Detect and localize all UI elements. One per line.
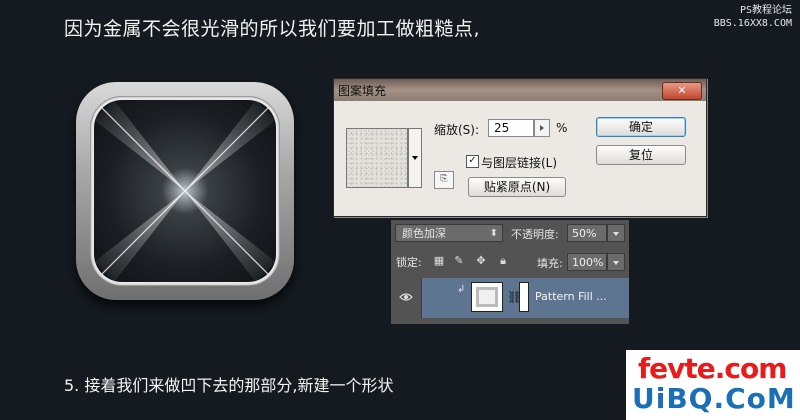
watermark-top-line1: PS教程论坛 (739, 5, 792, 16)
lock-all-icon[interactable]: 🔒︎ (497, 255, 509, 267)
ok-button[interactable]: 确定 (596, 117, 686, 137)
pattern-fill-dialog: 图案填充 ✕ ⎘ 缩放(S): 25 % ✓ 与图层链接(L) 贴紧原点(N) … (333, 78, 707, 217)
dialog-titlebar[interactable]: 图案填充 ✕ (334, 79, 706, 101)
scale-slider-arrow[interactable] (534, 119, 550, 137)
layers-options-row: 颜色加深 不透明度: 50% (391, 220, 629, 246)
link-with-layer-label: 与图层链接(L) (481, 156, 558, 170)
eye-icon (399, 293, 413, 301)
fill-label: 填充: (537, 257, 563, 270)
watermark-top: PS教程论坛 BBS.16XX8.COM (714, 4, 792, 30)
light-rays (94, 100, 276, 282)
icon-face (94, 100, 276, 282)
clip-indicator-icon: ↲ (457, 284, 466, 295)
metal-app-icon (76, 82, 294, 300)
reset-button[interactable]: 复位 (596, 145, 686, 165)
watermark-bottom-line2: UiBQ.CoM (632, 382, 796, 415)
opacity-label: 不透明度: (511, 228, 559, 241)
lock-label: 锁定: (396, 256, 422, 269)
close-button[interactable]: ✕ (662, 82, 702, 100)
tutorial-heading: 因为金属不会很光滑的所以我们要加工做粗糙点, (64, 18, 481, 40)
watermark-top-line2: BBS.16XX8.COM (713, 18, 792, 29)
lock-position-icon[interactable]: ✥ (475, 255, 487, 267)
lock-image-icon[interactable]: ✎ (453, 255, 465, 267)
layer-row-pattern-fill[interactable]: ↲ ⛓ Pattern Fill ... (391, 278, 629, 318)
layer-thumbnail[interactable] (471, 282, 503, 312)
snap-to-origin-button[interactable]: 贴紧原点(N) (468, 177, 566, 197)
visibility-toggle[interactable] (391, 278, 422, 318)
close-icon: ✕ (677, 84, 687, 97)
pattern-picker-dropdown[interactable] (408, 128, 422, 188)
watermark-bottom: fevte.com UiBQ.CoM (626, 350, 800, 420)
pattern-preview-swatch[interactable] (346, 128, 408, 188)
lock-transparency-icon[interactable]: ▦ (433, 255, 445, 267)
opacity-dropdown[interactable] (607, 224, 625, 242)
link-with-layer-checkbox[interactable]: ✓ (466, 155, 479, 168)
scale-label: 缩放(S): (434, 123, 480, 137)
layers-panel: 颜色加深 不透明度: 50% 锁定: ▦ ✎ ✥ 🔒︎ 填充: 100% ↲ ⛓… (391, 220, 629, 324)
blend-mode-select[interactable]: 颜色加深 (395, 224, 503, 242)
layer-name[interactable]: Pattern Fill ... (535, 290, 607, 303)
scale-unit: % (556, 121, 568, 135)
fill-dropdown[interactable] (607, 253, 625, 271)
icon-bevel (90, 96, 280, 286)
step-instruction: 5. 接着我们来做凹下去的那部分,新建一个形状 (64, 376, 394, 395)
new-preset-icon[interactable]: ⎘ (434, 171, 454, 189)
opacity-input[interactable]: 50% (567, 224, 607, 242)
fill-input[interactable]: 100% (567, 253, 607, 271)
layer-mask-thumbnail[interactable] (519, 282, 529, 312)
scale-input[interactable]: 25 (488, 119, 534, 137)
watermark-bottom-line1: fevte.com (638, 352, 787, 385)
dialog-title: 图案填充 (338, 84, 387, 98)
